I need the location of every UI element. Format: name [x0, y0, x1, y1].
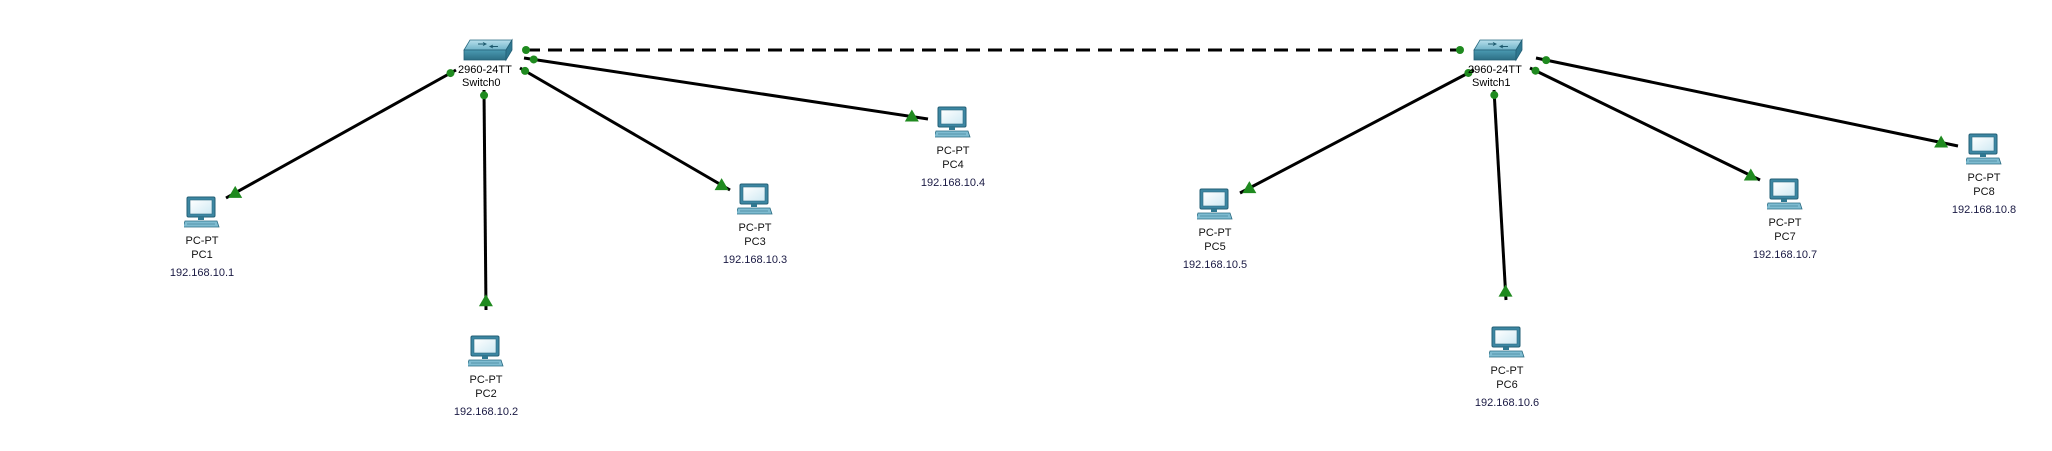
link-status-triangle — [1498, 284, 1513, 297]
pc-ip-label: 192.168.10.7 — [1753, 249, 1817, 261]
link-status-dot — [522, 46, 530, 54]
pc-ip-label: 192.168.10.1 — [170, 267, 234, 279]
pc-icon — [737, 183, 773, 215]
switch-icon — [1473, 39, 1523, 61]
pc-node-pc3[interactable]: PC-PT PC3 192.168.10.3 — [723, 183, 787, 266]
pc-model-label: PC-PT — [937, 145, 970, 157]
pc-ip-label: 192.168.10.8 — [1952, 204, 2016, 216]
network-topology-canvas: 2960-24TT Switch0 2960-24TT Switch1 PC-P… — [170, 39, 2016, 418]
straight-cable[interactable] — [519, 66, 731, 192]
link-status-dot — [1456, 46, 1464, 54]
pc-name-label: PC4 — [942, 159, 963, 171]
straight-cable[interactable] — [1239, 68, 1475, 195]
pc-ip-label: 192.168.10.5 — [1183, 259, 1247, 271]
link-status-dot — [1542, 56, 1551, 65]
switch-node-switch1[interactable]: 2960-24TT Switch1 — [1468, 39, 1523, 89]
pc-name-label: PC8 — [1973, 186, 1994, 198]
pc-icon — [1767, 178, 1803, 210]
pc-icon — [184, 196, 220, 228]
switch-node-switch0[interactable]: 2960-24TT Switch0 — [458, 39, 513, 89]
pc-icon — [1966, 133, 2002, 165]
straight-cable[interactable] — [1492, 89, 1508, 301]
pc-icon — [1197, 188, 1233, 220]
link-status-triangle — [714, 178, 729, 191]
pc-node-pc2[interactable]: PC-PT PC2 192.168.10.2 — [454, 335, 518, 418]
link-status-triangle — [478, 294, 493, 307]
pc-ip-label: 192.168.10.4 — [921, 177, 985, 189]
link-status-dot — [529, 55, 538, 64]
straight-cable[interactable] — [482, 89, 488, 311]
pc-name-label: PC3 — [744, 236, 765, 248]
switch-name-label: Switch0 — [462, 77, 501, 89]
pc-name-label: PC1 — [191, 249, 212, 261]
pc-name-label: PC6 — [1496, 379, 1517, 391]
pc-node-pc6[interactable]: PC-PT PC6 192.168.10.6 — [1475, 326, 1539, 409]
straight-cable[interactable] — [225, 68, 457, 200]
pc-node-pc7[interactable]: PC-PT PC7 192.168.10.7 — [1753, 178, 1817, 261]
pc-model-label: PC-PT — [1769, 217, 1802, 229]
switch-model-label: 2960-24TT — [458, 64, 512, 76]
pc-node-pc4[interactable]: PC-PT PC4 192.168.10.4 — [921, 106, 985, 189]
pc-node-pc5[interactable]: PC-PT PC5 192.168.10.5 — [1183, 188, 1247, 271]
pc-icon — [1489, 326, 1525, 358]
pc-ip-label: 192.168.10.3 — [723, 254, 787, 266]
link-status-dot — [480, 91, 489, 100]
pc-ip-label: 192.168.10.6 — [1475, 397, 1539, 409]
switch-model-label: 2960-24TT — [1468, 64, 1522, 76]
pc-icon — [935, 106, 971, 138]
pc-ip-label: 192.168.10.2 — [454, 406, 518, 418]
pc-model-label: PC-PT — [470, 374, 503, 386]
pc-node-pc8[interactable]: PC-PT PC8 192.168.10.8 — [1952, 133, 2016, 216]
straight-cable[interactable] — [523, 56, 929, 121]
switch-icon — [463, 39, 513, 61]
pc-node-pc1[interactable]: PC-PT PC1 192.168.10.1 — [170, 196, 234, 279]
pc-name-label: PC7 — [1774, 231, 1795, 243]
pc-model-label: PC-PT — [1968, 172, 2001, 184]
switch-name-label: Switch1 — [1472, 77, 1511, 89]
link-status-dot — [521, 66, 530, 75]
link-status-dot — [446, 69, 455, 78]
pc-name-label: PC5 — [1204, 241, 1225, 253]
pc-model-label: PC-PT — [1491, 365, 1524, 377]
pc-model-label: PC-PT — [739, 222, 772, 234]
pc-model-label: PC-PT — [186, 235, 219, 247]
link-status-triangle — [228, 185, 243, 198]
pc-name-label: PC2 — [475, 388, 496, 400]
pc-model-label: PC-PT — [1199, 227, 1232, 239]
link-status-dot — [1531, 66, 1540, 75]
straight-cable[interactable] — [1529, 66, 1761, 182]
pc-icon — [468, 335, 504, 367]
link-status-dot — [1490, 91, 1499, 100]
